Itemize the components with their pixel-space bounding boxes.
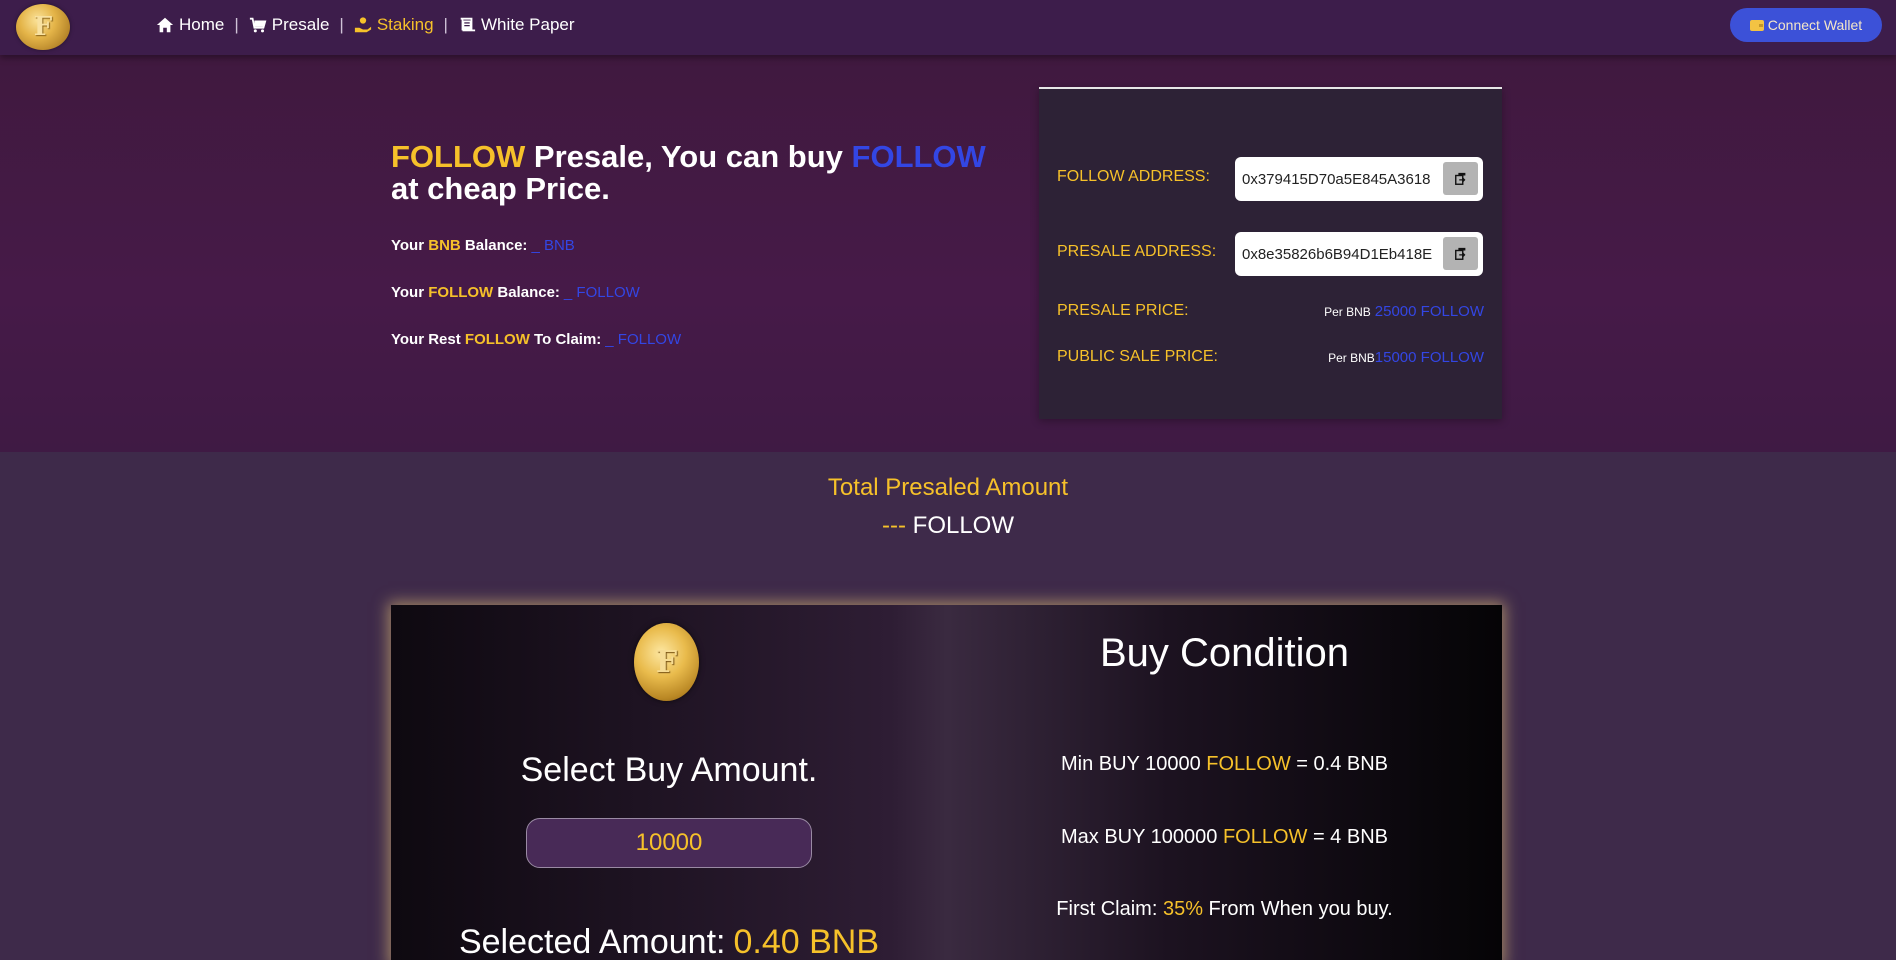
follow-balance-token: FOLLOW	[428, 284, 494, 301]
hero-title-token-blue: FOLLOW	[851, 139, 986, 174]
nav-separator: |	[234, 15, 239, 34]
follow-balance: Your FOLLOW Balance: _ FOLLOW	[391, 284, 640, 301]
max-buy-token: FOLLOW	[1222, 826, 1308, 848]
presale-price-per: Per BNB	[1324, 305, 1371, 319]
hero-title-line2: at cheap Price.	[391, 171, 610, 206]
presale-address-field[interactable]	[1242, 243, 1437, 265]
bnb-balance: Your BNB Balance: _ BNB	[391, 237, 575, 254]
nav-home[interactable]: Home	[156, 15, 224, 35]
follow-logo-icon[interactable]: F	[16, 4, 70, 50]
bnb-balance-prefix: Your	[391, 237, 429, 254]
staking-hand-icon	[354, 17, 371, 33]
nav-separator: |	[443, 15, 448, 34]
follow-coin-icon: F	[634, 623, 699, 701]
nav-presale-label: Presale	[271, 15, 330, 34]
hero-section: FOLLOW Presale, You can buy FOLLOW at ch…	[0, 55, 1896, 452]
max-buy-bnb: = 4 BNB	[1307, 826, 1388, 848]
presale-address-label: PRESALE ADDRESS:	[1057, 243, 1217, 260]
selected-amount-label: Selected Amount:	[458, 923, 726, 960]
first-claim-text: First Claim:	[1056, 898, 1163, 920]
follow-address-label: FOLLOW ADDRESS:	[1057, 168, 1210, 185]
total-presaled-title: Total Presaled Amount	[827, 474, 1069, 501]
max-buy-text: Max BUY 100000	[1060, 826, 1223, 848]
connect-wallet-label: Connect Wallet	[1767, 17, 1863, 33]
presale-price-amount: 25000 FOLLOW	[1374, 303, 1484, 320]
total-presaled-amount: ---	[882, 512, 906, 539]
min-buy-text: Min BUY 10000	[1060, 753, 1207, 775]
copy-presale-address-button[interactable]	[1443, 237, 1478, 270]
rest-to-claim: Your Rest FOLLOW To Claim: _ FOLLOW	[391, 331, 681, 348]
nav-white-paper[interactable]: White Paper	[458, 15, 575, 35]
selected-amount-value: 0.40 BNB	[733, 923, 880, 960]
selected-amount: Selected Amount: 0.40 BNB	[391, 923, 947, 960]
max-buy-condition: Max BUY 100000 FOLLOW = 4 BNB	[947, 826, 1502, 849]
nav-home-label: Home	[179, 15, 225, 34]
total-presaled-token: FOLLOW	[912, 512, 1014, 539]
hero-title-text: Presale, You can buy	[525, 139, 852, 174]
bnb-balance-value: _ BNB	[531, 237, 575, 254]
connect-wallet-button[interactable]: Connect Wallet	[1730, 8, 1882, 42]
follow-balance-suffix: Balance:	[493, 284, 560, 301]
navbar: F Home | Presale | Staking | White Paper…	[0, 0, 1896, 55]
first-claim-percent: 35%	[1162, 898, 1203, 920]
scroll-icon	[460, 17, 476, 32]
first-claim-condition: First Claim: 35% From When you buy.	[947, 898, 1502, 921]
nav-separator: |	[339, 15, 344, 34]
presale-address-box	[1235, 232, 1483, 276]
rest-claim-token: FOLLOW	[464, 331, 530, 348]
rest-claim-value: _ FOLLOW	[605, 331, 682, 348]
copy-icon	[1454, 172, 1465, 185]
nav-presale[interactable]: Presale	[249, 15, 330, 35]
presale-price-label: PRESALE PRICE:	[1057, 302, 1189, 319]
public-sale-price-label: PUBLIC SALE PRICE:	[1057, 348, 1218, 365]
total-presaled-value: --- FOLLOW	[0, 512, 1896, 540]
follow-balance-value: _ FOLLOW	[563, 284, 640, 301]
nav-staking[interactable]: Staking	[354, 15, 434, 35]
main-nav: Home | Presale | Staking | White Paper	[156, 14, 575, 36]
min-buy-token: FOLLOW	[1206, 753, 1291, 775]
copy-icon	[1454, 247, 1465, 260]
first-claim-suffix: From When you buy.	[1203, 898, 1393, 920]
public-price-per: Per BNB	[1328, 351, 1375, 365]
min-buy-condition: Min BUY 10000 FOLLOW = 0.4 BNB	[947, 753, 1502, 776]
select-buy-amount-title: Select Buy Amount.	[520, 751, 818, 789]
buy-condition-title: Buy Condition	[1099, 631, 1350, 675]
nav-white-paper-label: White Paper	[480, 15, 575, 34]
wallet-icon	[1749, 19, 1764, 31]
buy-amount-input[interactable]	[526, 818, 812, 868]
rest-claim-prefix: Your Rest	[391, 331, 465, 348]
bnb-balance-suffix: Balance:	[460, 237, 528, 254]
copy-follow-address-button[interactable]	[1443, 162, 1478, 195]
hero-title-token: FOLLOW	[391, 139, 526, 174]
hero-title: FOLLOW Presale, You can buy FOLLOW at ch…	[391, 141, 1031, 205]
bnb-balance-token: BNB	[428, 237, 461, 254]
follow-balance-prefix: Your	[391, 284, 429, 301]
presale-price-value: Per BNB 25000 FOLLOW	[1324, 303, 1484, 320]
public-price-amount: 15000 FOLLOW	[1374, 349, 1484, 366]
home-icon	[156, 17, 174, 33]
follow-address-field[interactable]	[1242, 168, 1437, 190]
contract-info-panel: FOLLOW ADDRESS: PRESALE ADDRESS: PRESALE…	[1039, 87, 1502, 419]
nav-staking-label: Staking	[376, 15, 434, 34]
public-sale-price-value: Per BNB 15000 FOLLOW	[1328, 349, 1484, 366]
min-buy-bnb: = 0.4 BNB	[1290, 753, 1388, 775]
buy-card: F Select Buy Amount. Selected Amount:0.4…	[391, 605, 1502, 960]
rest-claim-suffix: To Claim:	[529, 331, 602, 348]
follow-address-box	[1235, 157, 1483, 201]
cart-icon	[249, 17, 267, 33]
